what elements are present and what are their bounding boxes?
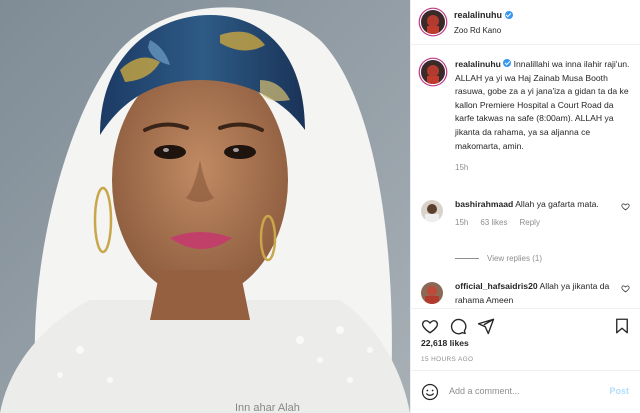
photo-watermark: Inn ahar Alah	[235, 402, 300, 413]
post-location[interactable]: Zoo Rd Kano	[454, 26, 501, 35]
post-timestamp[interactable]: 15 HOURS AGO	[421, 356, 473, 363]
heart-icon[interactable]	[421, 317, 439, 335]
comment-time[interactable]: 15h	[455, 218, 468, 227]
commenter-avatar[interactable]	[421, 200, 443, 222]
emoji-icon[interactable]	[421, 383, 439, 401]
comment-item: official_hafsaidris20 Allah ya jikanta d…	[421, 280, 636, 307]
commenter-avatar[interactable]	[421, 282, 443, 304]
comment-item: bashirahmaad Allah ya gafarta mata. 15h …	[421, 198, 636, 227]
instagram-post-view: Inn ahar Alah realalinuhu Zoo Rd Kano re…	[0, 0, 640, 413]
view-replies-button[interactable]: View replies (1)	[455, 254, 542, 263]
view-replies-line	[455, 258, 479, 259]
comments-scroll-area[interactable]: realalinuhu Innalillahi wa inna ilahir r…	[411, 46, 640, 308]
comment-text: official_hafsaidris20 Allah ya jikanta d…	[455, 280, 615, 307]
commenter-username[interactable]: official_hafsaidris20	[455, 281, 538, 291]
comment-body: Allah ya gafarta mata.	[513, 199, 599, 209]
author-username-text[interactable]: realalinuhu	[454, 10, 502, 20]
share-icon[interactable]	[477, 317, 495, 335]
view-replies-label[interactable]: View replies (1)	[487, 254, 542, 263]
caption-author-avatar[interactable]	[421, 60, 445, 84]
verified-icon	[505, 11, 514, 19]
comment-meta: 15h 63 likes Reply	[455, 218, 636, 227]
comment-reply-button[interactable]: Reply	[519, 218, 539, 227]
comment-composer: Add a comment... Post	[411, 370, 640, 413]
commenter-username[interactable]: bashirahmaad	[455, 199, 513, 209]
author-avatar[interactable]	[421, 10, 445, 34]
caption-text: realalinuhu Innalillahi wa inna ilahir r…	[455, 56, 631, 153]
action-bar	[411, 308, 640, 342]
comment-icon[interactable]	[449, 317, 467, 335]
like-count[interactable]: 22,618 likes	[421, 338, 469, 348]
comment-heart-icon[interactable]	[621, 202, 630, 211]
comment-likes[interactable]: 63 likes	[480, 218, 507, 227]
author-username[interactable]: realalinuhu	[454, 10, 514, 20]
post-caption: realalinuhu Innalillahi wa inna ilahir r…	[421, 56, 631, 172]
caption-time[interactable]: 15h	[455, 163, 631, 172]
caption-body: Innalillahi wa inna ilahir raji'un. ALLA…	[455, 59, 630, 151]
bookmark-icon[interactable]	[613, 317, 631, 335]
comment-input[interactable]: Add a comment...	[449, 386, 520, 396]
post-header: realalinuhu Zoo Rd Kano	[411, 0, 640, 45]
post-photo[interactable]: Inn ahar Alah	[0, 0, 410, 413]
post-side-panel: realalinuhu Zoo Rd Kano realalinuhu Inna…	[410, 0, 640, 413]
comment-heart-icon[interactable]	[621, 284, 630, 293]
comment-text: bashirahmaad Allah ya gafarta mata.	[455, 198, 615, 212]
portrait-image: Inn ahar Alah	[0, 0, 410, 413]
caption-username[interactable]: realalinuhu	[455, 59, 501, 69]
post-comment-button[interactable]: Post	[609, 386, 629, 396]
